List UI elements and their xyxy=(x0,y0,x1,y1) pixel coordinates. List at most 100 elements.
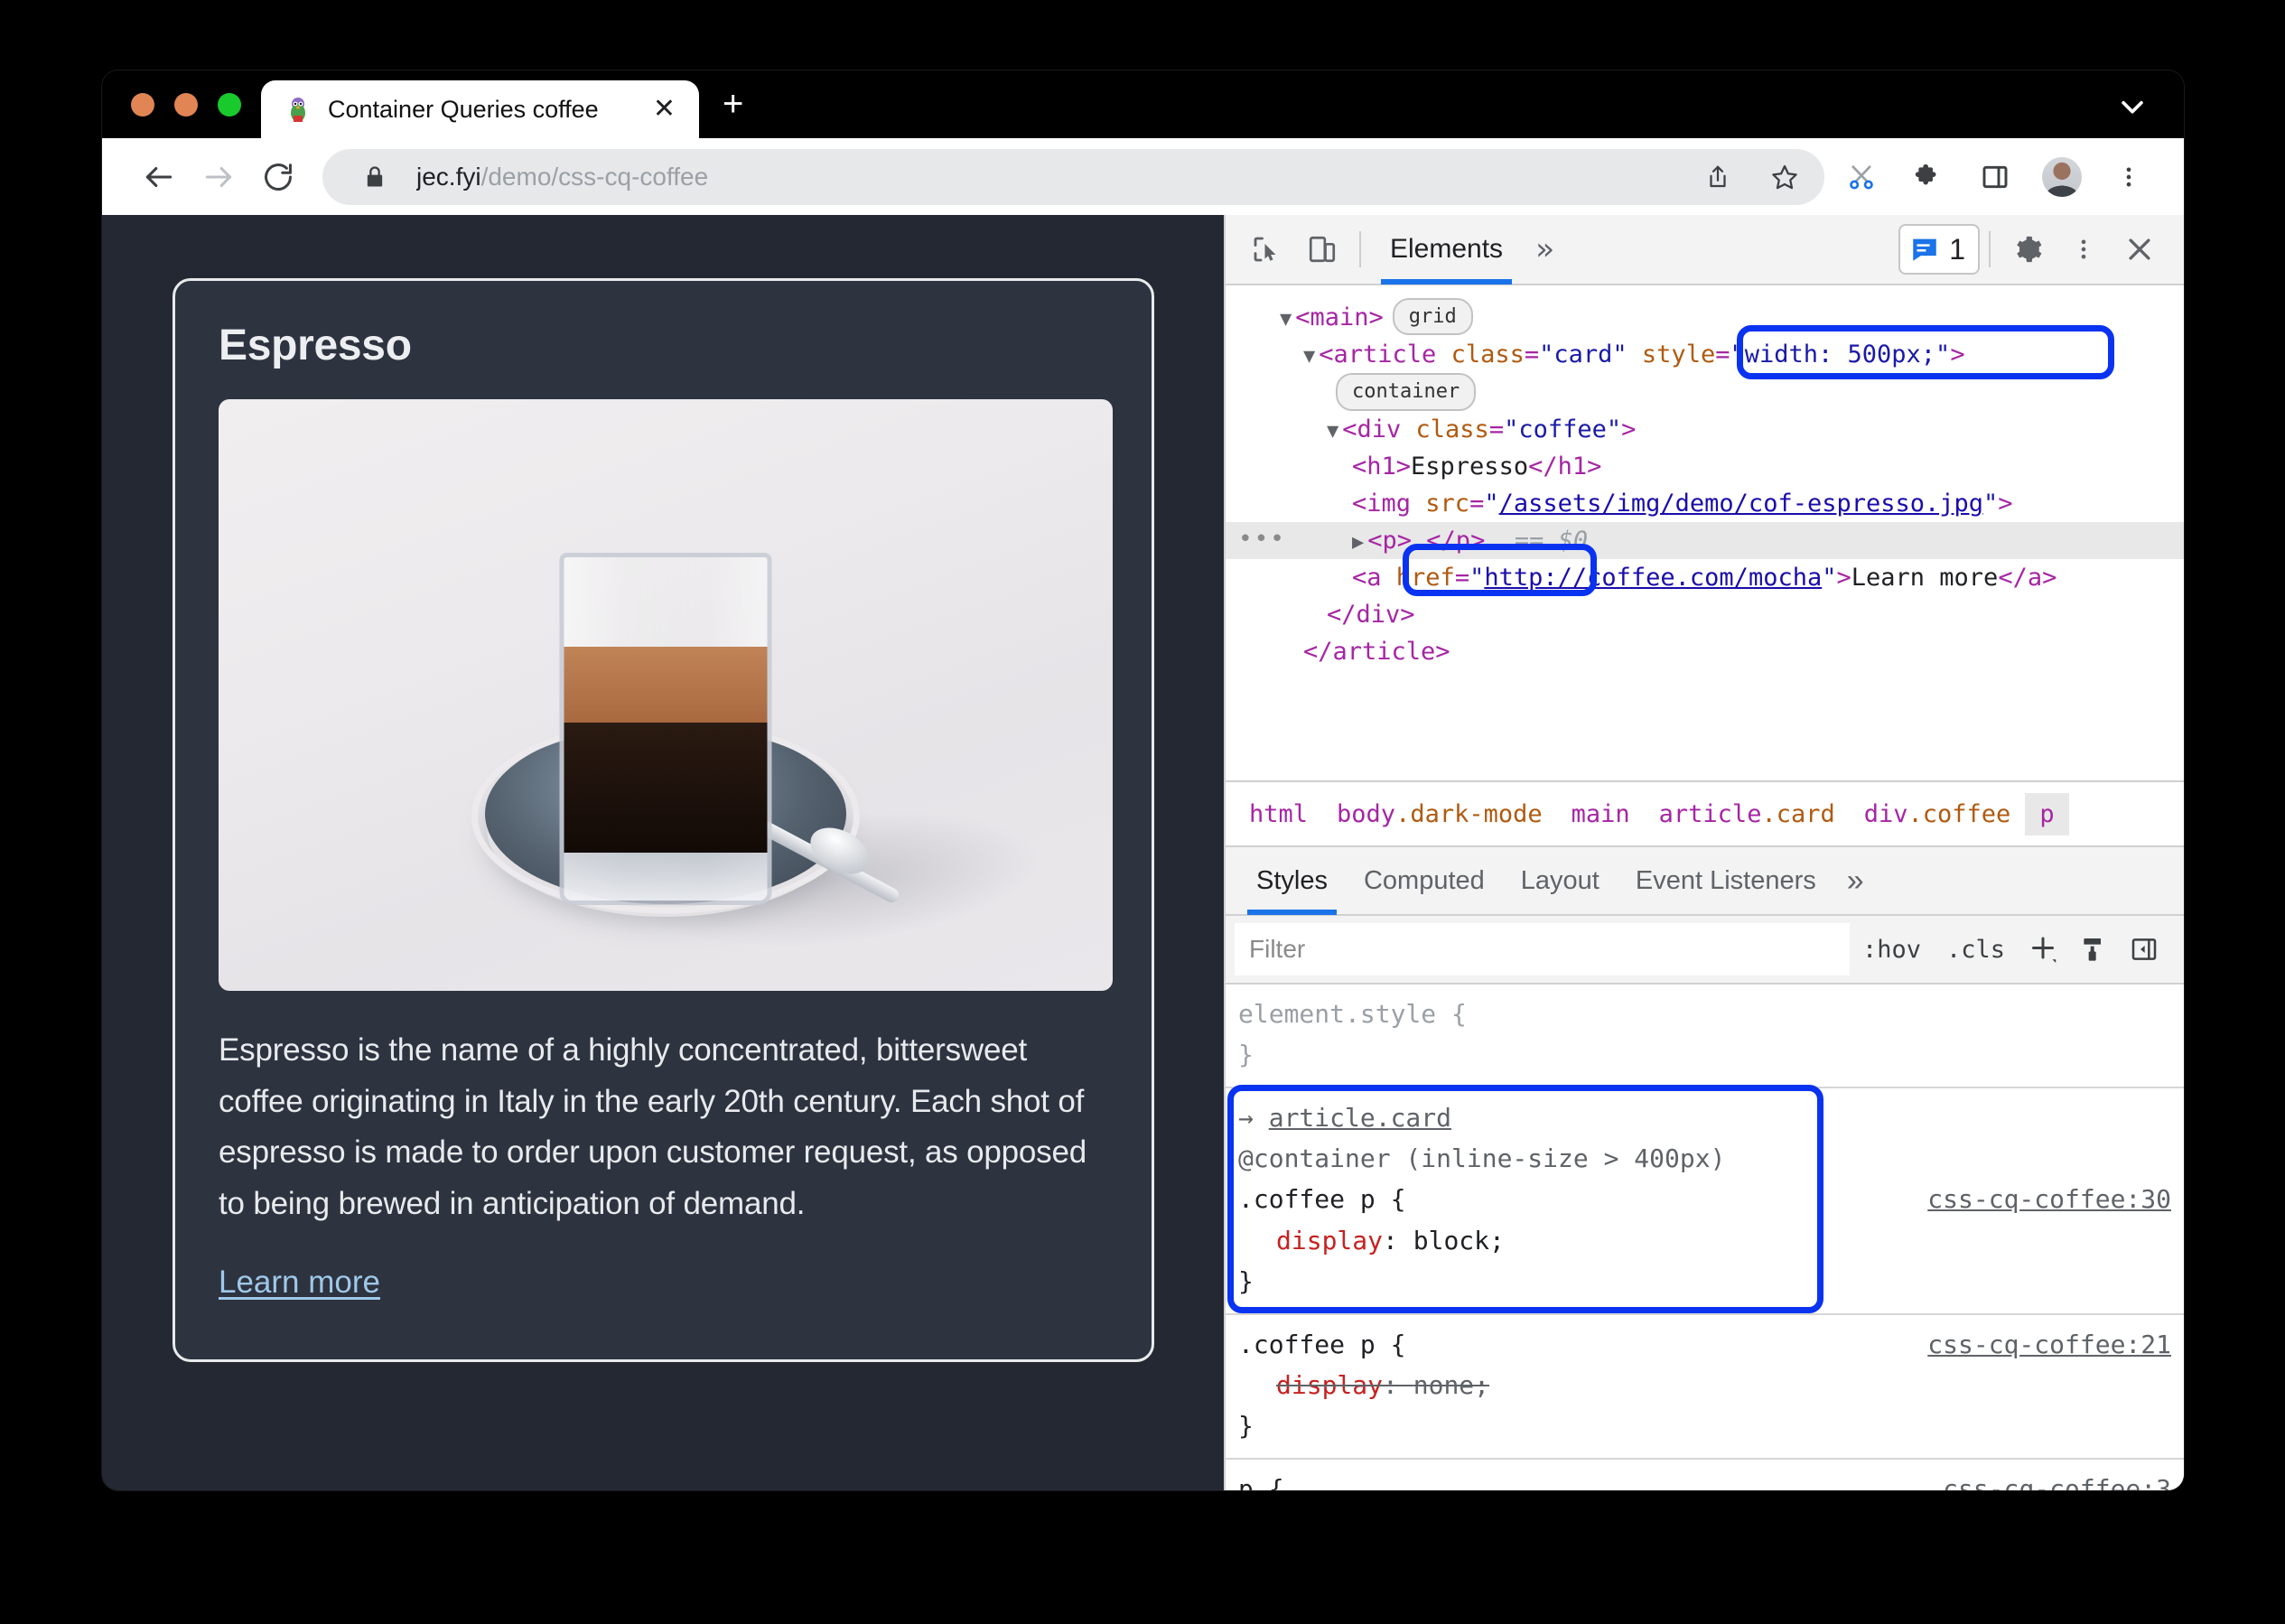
css-rules-list[interactable]: element.style {} → article.card @container… xyxy=(1226,985,2184,1490)
tab-layout[interactable]: Layout xyxy=(1503,846,1618,915)
reload-button[interactable] xyxy=(248,147,308,207)
expand-triangle-icon[interactable]: ▶ xyxy=(1352,531,1364,554)
dom-badge-container[interactable]: container xyxy=(1336,373,1477,411)
rule-source-link[interactable]: css-cq-coffee:3 xyxy=(1925,1469,2171,1490)
close-window-button[interactable] xyxy=(131,93,154,117)
scissors-icon[interactable] xyxy=(1832,147,1891,207)
expand-triangle-icon[interactable]: ▼ xyxy=(1327,420,1338,443)
rule-source-link[interactable]: css-cq-coffee:30 xyxy=(1909,1179,2171,1219)
message-badge[interactable]: 1 xyxy=(1898,224,1980,275)
rule-selector[interactable]: element.style { xyxy=(1238,994,2171,1034)
chevron-double-right-icon[interactable]: » xyxy=(1523,231,1566,267)
rule-selector[interactable]: .coffee p { xyxy=(1238,1179,1909,1219)
dom-token: </p> xyxy=(1426,527,1486,555)
rule-selector[interactable]: .coffee p { xyxy=(1238,1324,1909,1365)
dom-node-row[interactable]: </article> xyxy=(1226,633,2184,670)
tab-elements[interactable]: Elements xyxy=(1370,214,1523,285)
browser-tab[interactable]: Container Queries coffee ✕ xyxy=(261,80,699,138)
breadcrumb-item-html[interactable]: html xyxy=(1235,793,1322,835)
css-property-name[interactable]: display xyxy=(1276,1226,1383,1255)
filter-input[interactable] xyxy=(1235,923,1850,975)
breadcrumb-item-p[interactable]: p xyxy=(2025,792,2069,835)
dom-token: " xyxy=(1822,564,1837,593)
three-dot-menu-icon[interactable] xyxy=(2056,221,2112,277)
dom-node-row[interactable]: </div> xyxy=(1226,596,2184,633)
new-tab-button[interactable]: + xyxy=(723,86,743,122)
side-panel-icon[interactable] xyxy=(1965,147,2025,207)
breadcrumb-item-main[interactable]: main xyxy=(1557,793,1645,835)
address-bar[interactable]: jec.fyi/demo/css-cq-coffee xyxy=(322,148,1824,205)
css-property-value[interactable]: none; xyxy=(1413,1370,1489,1400)
dom-node-row[interactable]: <h1>Espresso</h1> xyxy=(1226,448,2184,485)
chevron-double-right-icon[interactable]: » xyxy=(1834,863,1877,899)
dom-token: href xyxy=(1395,564,1455,593)
dom-node-row[interactable]: ▼ <div class="coffee"> xyxy=(1226,411,2184,448)
minimize-window-button[interactable] xyxy=(174,93,198,117)
rule-selector[interactable]: p { xyxy=(1238,1469,1925,1490)
gear-icon[interactable] xyxy=(2000,221,2056,277)
hov-toggle-button[interactable]: :hov xyxy=(1850,936,1934,964)
css-rule-coffee-p-none[interactable]: .coffee p {css-cq-coffee:21 display: none… xyxy=(1226,1315,2184,1460)
close-icon[interactable]: ✕ xyxy=(646,96,683,123)
breadcrumb-item-body[interactable]: body.dark-mode xyxy=(1322,793,1557,835)
inspect-element-icon[interactable] xyxy=(1238,221,1294,277)
zoom-window-button[interactable] xyxy=(218,93,241,117)
dom-token: > xyxy=(1950,341,1965,369)
dom-token: </h1> xyxy=(1528,453,1602,481)
share-icon[interactable] xyxy=(1693,152,1743,202)
plus-icon[interactable] xyxy=(2018,924,2068,975)
three-dot-menu-icon[interactable] xyxy=(2099,147,2159,207)
avatar[interactable] xyxy=(2032,147,2092,207)
back-button[interactable] xyxy=(129,147,189,207)
rule-source-link[interactable]: css-cq-coffee:21 xyxy=(1909,1324,2171,1365)
breadcrumb-item-article[interactable]: article.card xyxy=(1645,793,1850,835)
dom-row-ellipsis[interactable]: ••• xyxy=(1238,522,1286,558)
css-declaration[interactable]: display: block; xyxy=(1238,1220,2171,1261)
dom-node-row[interactable]: ••• ▶ <p>…</p> == $0 xyxy=(1226,522,2184,560)
expand-triangle-icon[interactable]: ▼ xyxy=(1303,345,1315,368)
dom-badge-grid[interactable]: grid xyxy=(1392,298,1473,336)
tab-computed[interactable]: Computed xyxy=(1346,846,1503,915)
puzzle-icon[interactable] xyxy=(1898,147,1958,207)
rule-closing-brace: } xyxy=(1238,1266,1254,1297)
dom-node-row[interactable]: ▼ <article class="card" style="width: 500… xyxy=(1226,336,2184,373)
dom-node-row[interactable]: <img src="/assets/img/demo/cof-espresso.… xyxy=(1226,485,2184,522)
paint-brush-icon[interactable] xyxy=(2068,924,2119,975)
breadcrumb-class: .dark-mode xyxy=(1395,799,1543,828)
css-declaration[interactable]: display: none; xyxy=(1238,1365,2171,1405)
star-icon[interactable] xyxy=(1759,152,1810,202)
inherited-selector-link[interactable]: article.card xyxy=(1269,1103,1451,1133)
css-rule-p-rule[interactable]: p {css-cq-coffee:3 xyxy=(1226,1460,2184,1490)
css-property-name[interactable]: display xyxy=(1276,1370,1383,1400)
message-icon xyxy=(1913,238,1936,261)
tab-event-listeners[interactable]: Event Listeners xyxy=(1618,846,1834,915)
expand-triangle-icon[interactable]: ▼ xyxy=(1280,308,1292,331)
dom-token: <h1> xyxy=(1352,453,1412,481)
penguin-favicon xyxy=(284,96,312,123)
close-icon[interactable] xyxy=(2112,221,2168,277)
tab-styles[interactable]: Styles xyxy=(1238,846,1346,915)
dom-token: <main> xyxy=(1295,303,1384,331)
dom-token xyxy=(1627,341,1642,369)
devtools-header: Elements » 1 xyxy=(1226,215,2184,285)
learn-more-link[interactable]: Learn more xyxy=(219,1265,380,1301)
forward-button[interactable] xyxy=(189,147,248,207)
dom-node-row[interactable]: container xyxy=(1226,373,2184,411)
dom-token: <p> xyxy=(1367,527,1413,555)
message-count: 1 xyxy=(1949,232,1965,266)
dom-node-row[interactable]: ▼ <main> grid xyxy=(1226,298,2184,336)
chevron-down-icon[interactable] xyxy=(2117,91,2148,122)
css-separator: : xyxy=(1383,1225,1413,1255)
breadcrumb[interactable]: html body.dark-mode main article.card div.co… xyxy=(1226,780,2184,847)
dom-node-row[interactable]: <a href="http://coffee.com/mocha">Learn … xyxy=(1226,559,2184,596)
breadcrumb-item-div[interactable]: div.coffee xyxy=(1850,793,2026,835)
css-rule-element-style[interactable]: element.style {} xyxy=(1226,985,2184,1088)
dom-tree[interactable]: ▼ <main> grid ▼ <article class="card" style=… xyxy=(1226,285,2184,780)
cls-toggle-button[interactable]: .cls xyxy=(1934,936,2018,964)
url-host: jec.fyi xyxy=(416,162,481,191)
device-toolbar-icon[interactable] xyxy=(1294,221,1350,277)
css-property-value[interactable]: block; xyxy=(1413,1226,1505,1255)
dom-token: Espresso xyxy=(1411,453,1529,481)
css-rule-container-rule[interactable]: → article.card @container (inline-size > … xyxy=(1226,1088,2184,1315)
sidebar-toggle-icon[interactable] xyxy=(2119,924,2169,975)
